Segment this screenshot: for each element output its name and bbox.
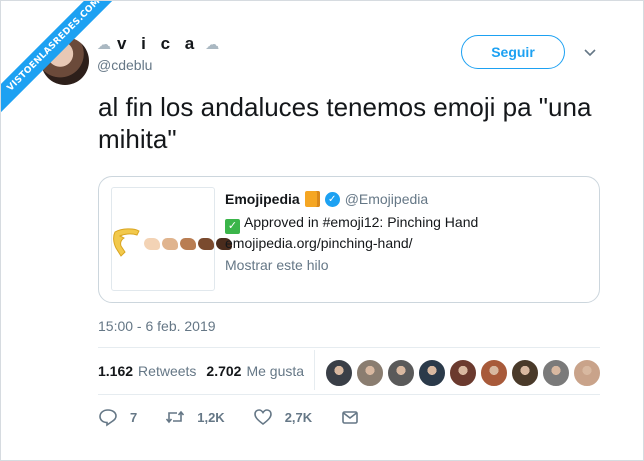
like-count: 2,7K [284, 409, 313, 425]
quoted-author-name: Emojipedia [225, 191, 300, 207]
liker-avatar[interactable] [480, 359, 508, 387]
tweet-stats: 1.162 Retweets 2.702 Me gusta [98, 363, 314, 379]
tweet-timestamp[interactable]: 15:00 - 6 feb. 2019 [98, 318, 216, 334]
pinching-hand-icon [180, 238, 196, 250]
pinching-hand-skin-tones [144, 238, 232, 250]
liker-avatar[interactable] [511, 359, 539, 387]
pinching-hand-icon [113, 228, 140, 257]
liker-avatar[interactable] [449, 359, 477, 387]
follow-button[interactable]: Seguir [461, 35, 565, 69]
book-icon [304, 191, 320, 207]
quoted-tweet-image[interactable] [111, 187, 232, 291]
likes-label[interactable]: Me gusta [246, 363, 304, 379]
likes-count[interactable]: 2.702 [206, 363, 241, 379]
retweet-count: 1,2K [197, 409, 225, 425]
liker-avatar[interactable] [356, 359, 384, 387]
quoted-tweet-link[interactable]: emojipedia.org/pinching-hand/ [225, 235, 413, 251]
reply-count: 7 [130, 409, 138, 425]
pinching-hand-icon [144, 238, 160, 250]
reply-button[interactable]: 7 [98, 407, 137, 427]
direct-message-button[interactable] [340, 407, 360, 427]
like-button[interactable]: 2,7K [253, 407, 312, 427]
chevron-down-icon[interactable] [583, 45, 597, 59]
cloud-icon: ☁ [205, 35, 220, 52]
retweet-button[interactable]: 1,2K [165, 407, 225, 427]
watermark-text: VISTOENLASREDES.COM [1, 1, 129, 120]
divider [98, 347, 600, 348]
liker-avatars [325, 359, 601, 387]
tweet-text: al fin los andaluces tenemos emoji pa "u… [98, 92, 592, 154]
retweet-icon [166, 410, 185, 424]
quoted-author-handle: @Emojipedia [344, 191, 429, 207]
liker-avatar[interactable] [325, 359, 353, 387]
heart-icon [253, 409, 272, 426]
show-thread-link[interactable]: Mostrar este hilo [225, 257, 328, 273]
pinching-hand-icon [198, 238, 214, 250]
retweets-count[interactable]: 1.162 [98, 363, 133, 379]
liker-avatar[interactable] [387, 359, 415, 387]
retweets-label[interactable]: Retweets [138, 363, 196, 379]
tweet-card: VISTOENLASREDES.COM ☁ v i c a ☁ @cdeblu … [0, 0, 644, 461]
quoted-tweet-line: ✓ Approved in #emoji12: Pinching Hand [225, 214, 478, 234]
tweet-actions: 7 1,2K 2,7K [98, 407, 388, 427]
verified-icon: ✓ [324, 191, 340, 207]
watermark-ribbon: VISTOENLASREDES.COM [1, 1, 131, 131]
divider [98, 394, 600, 395]
liker-avatar[interactable] [418, 359, 446, 387]
envelope-icon [342, 411, 358, 424]
pinching-hand-icon [162, 238, 178, 250]
reply-icon [99, 409, 117, 427]
liker-avatar[interactable] [573, 359, 601, 387]
quoted-tweet-text: Approved in #emoji12: Pinching Hand [244, 214, 479, 230]
quoted-tweet[interactable]: Emojipedia ✓ @Emojipedia ✓ Approved in #e… [98, 176, 600, 303]
check-mark-icon: ✓ [225, 219, 240, 234]
divider [314, 350, 315, 390]
quoted-tweet-header[interactable]: Emojipedia ✓ @Emojipedia [225, 191, 428, 207]
liker-avatar[interactable] [542, 359, 570, 387]
